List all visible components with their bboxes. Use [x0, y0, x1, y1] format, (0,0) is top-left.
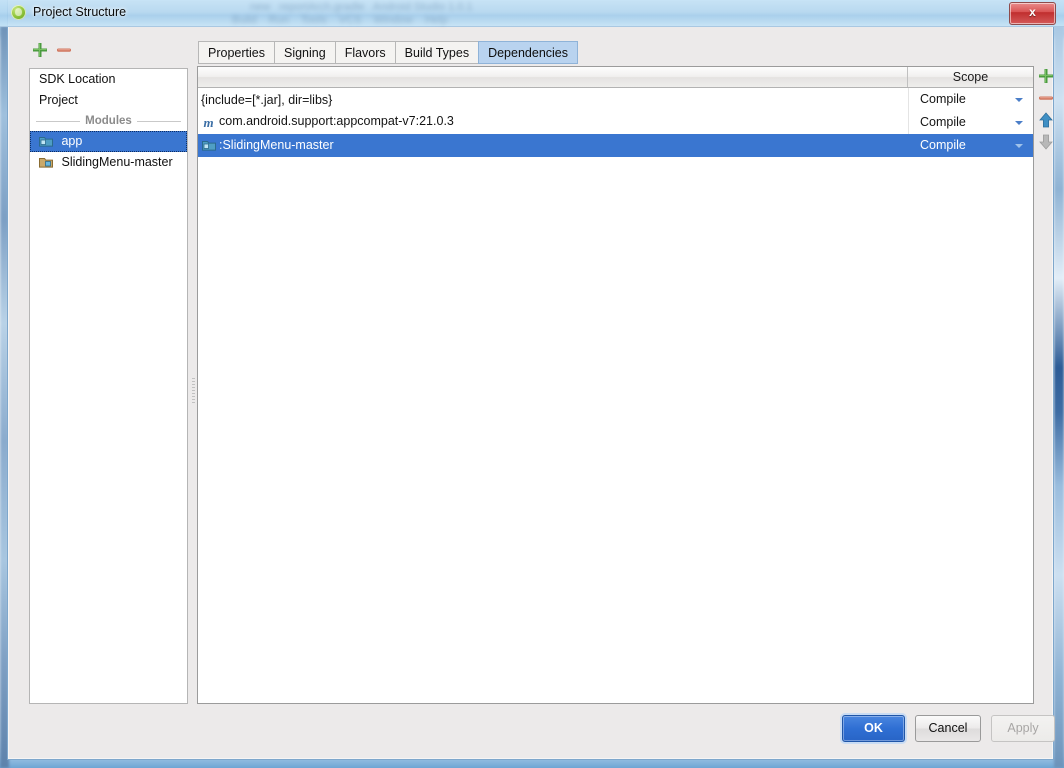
project-structure-dialog: SDK Location Project Modules app Sliding… — [7, 0, 1055, 760]
sidebar-item-sdk-location[interactable]: SDK Location — [30, 69, 187, 90]
dependency-name: m com.android.support:appcompat-v7:21.0.3 — [198, 114, 908, 131]
dependency-name: :SlidingMenu-master — [198, 138, 908, 154]
close-button-label: x — [1029, 5, 1036, 19]
sidebar-section-label: Modules — [85, 115, 132, 127]
scope-value: Compile — [920, 115, 966, 129]
sidebar-item-project[interactable]: Project — [30, 90, 187, 111]
add-module-button[interactable] — [30, 40, 50, 60]
background-window-text: new reportArch.gradle Android Studio 1.0… — [250, 1, 473, 13]
dialog-content: SDK Location Project Modules app Sliding… — [16, 27, 1062, 753]
remove-module-button[interactable] — [54, 40, 74, 60]
dependencies-table: Scope {include=[*.jar], dir=libs} Compil… — [197, 66, 1034, 704]
tab-label: Dependencies — [488, 46, 568, 60]
tab-label: Properties — [208, 46, 265, 60]
table-header-row: Scope — [198, 67, 1033, 88]
scope-combo[interactable]: Compile — [908, 88, 1033, 111]
tab-signing[interactable]: Signing — [273, 41, 335, 64]
chevron-down-icon — [1015, 121, 1023, 125]
maven-icon: m — [203, 115, 214, 130]
tab-dependencies[interactable]: Dependencies — [478, 41, 578, 64]
sidebar-item-label: app — [61, 134, 83, 148]
module-icon — [39, 133, 53, 147]
column-header-name[interactable] — [198, 67, 908, 87]
ok-button-label: OK — [864, 721, 883, 735]
scope-value: Compile — [920, 138, 966, 152]
cancel-button-label: Cancel — [928, 721, 968, 735]
dependency-name: {include=[*.jar], dir=libs} — [201, 92, 333, 107]
sidebar-item-label: Project — [39, 93, 78, 107]
tab-label: Signing — [283, 46, 326, 60]
scope-combo[interactable]: Compile — [908, 111, 1033, 134]
sidebar-section-modules: Modules — [30, 111, 187, 131]
tab-bar: Properties Signing Flavors Build Types D… — [198, 40, 578, 64]
window-titlebar[interactable]: new reportArch.gradle Android Studio 1.0… — [0, 0, 1064, 27]
tab-flavors[interactable]: Flavors — [334, 41, 395, 64]
chevron-down-icon — [1015, 144, 1023, 148]
panel-splitter[interactable] — [190, 68, 197, 704]
close-icon[interactable]: x — [1009, 2, 1056, 25]
table-row[interactable]: {include=[*.jar], dir=libs} Compile — [198, 88, 1033, 111]
module-toolbar — [30, 38, 180, 64]
tab-properties[interactable]: Properties — [198, 41, 274, 64]
cancel-button[interactable]: Cancel — [915, 715, 981, 742]
splitter-grip — [192, 378, 195, 404]
sidebar-item-label: SlidingMenu-master — [61, 155, 173, 169]
apply-button-label: Apply — [1007, 721, 1039, 735]
dialog-footer: OK Cancel Apply — [16, 705, 1062, 753]
move-up-button[interactable] — [1036, 110, 1056, 130]
dependency-toolbar — [1035, 66, 1057, 186]
module-icon — [201, 139, 216, 154]
separator-line-left — [36, 121, 80, 122]
module-icon — [39, 154, 53, 168]
dependency-label: com.android.support:appcompat-v7:21.0.3 — [219, 114, 454, 128]
add-dependency-button[interactable] — [1036, 66, 1056, 86]
scope-combo[interactable]: Compile — [908, 134, 1033, 157]
android-studio-icon — [11, 5, 26, 20]
dependency-label: :SlidingMenu-master — [219, 137, 334, 152]
ok-button[interactable]: OK — [842, 715, 905, 742]
separator-line-right — [137, 121, 181, 122]
table-row[interactable]: :SlidingMenu-master Compile — [198, 134, 1033, 157]
sidebar-item-app[interactable]: app — [30, 131, 187, 152]
background-window-text: Build Run Tools VCS Window Help — [232, 14, 448, 26]
chevron-down-icon — [1015, 98, 1023, 102]
table-row[interactable]: m com.android.support:appcompat-v7:21.0.3… — [198, 111, 1033, 134]
sidebar-item-label: SDK Location — [39, 72, 116, 86]
scope-value: Compile — [920, 92, 966, 106]
move-down-button — [1036, 132, 1056, 152]
remove-dependency-button[interactable] — [1036, 88, 1056, 108]
module-tree[interactable]: SDK Location Project Modules app Sliding… — [29, 68, 188, 704]
sidebar-item-slidingmenu-master[interactable]: SlidingMenu-master — [30, 152, 187, 173]
apply-button: Apply — [991, 715, 1055, 742]
page-title: Project Structure — [33, 5, 127, 19]
tab-label: Flavors — [344, 46, 386, 60]
tab-build-types[interactable]: Build Types — [394, 41, 479, 64]
column-header-scope[interactable]: Scope — [908, 67, 1033, 87]
tab-label: Build Types — [404, 46, 470, 60]
